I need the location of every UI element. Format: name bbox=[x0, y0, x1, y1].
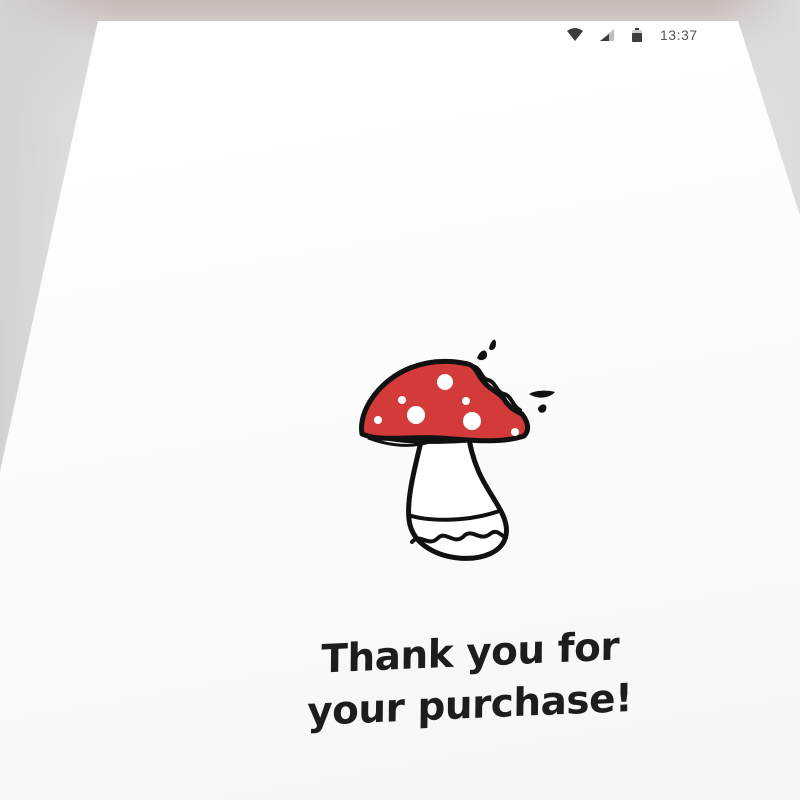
status-time: 13:37 bbox=[660, 27, 698, 43]
wifi-icon bbox=[566, 27, 584, 43]
bitten-mushroom-illustration bbox=[350, 330, 580, 580]
status-bar: 13:37 bbox=[566, 25, 698, 45]
thank-you-message: Thank you for your purchase! bbox=[290, 620, 651, 740]
battery-icon bbox=[630, 27, 648, 43]
signal-icon bbox=[598, 27, 616, 43]
